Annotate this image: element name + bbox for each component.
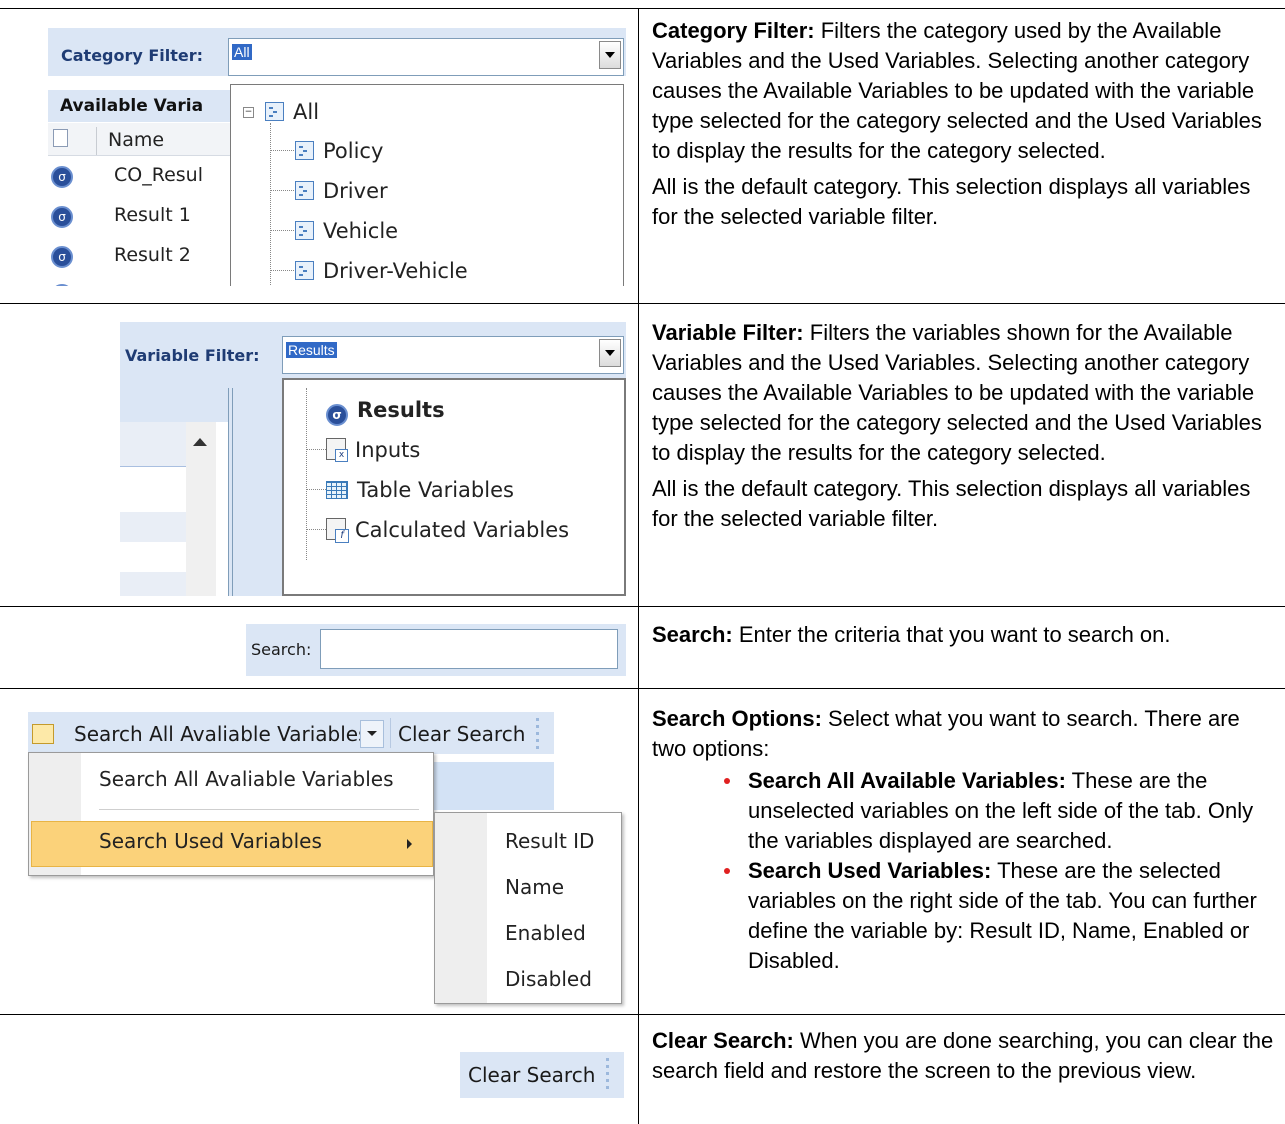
tree-item-inputs[interactable]: Inputs xyxy=(326,438,420,462)
category-icon xyxy=(295,221,314,240)
search-used-submenu: Result ID Name Enabled Disabled xyxy=(434,812,622,1004)
menu-item-search-all[interactable]: Search All Avaliable Variables xyxy=(99,767,394,791)
search-icon xyxy=(32,724,54,744)
term: Search Options: xyxy=(652,706,822,731)
submenu-item-disabled[interactable]: Disabled xyxy=(505,967,592,991)
submenu-item-name[interactable]: Name xyxy=(505,875,564,899)
clear-search-button[interactable]: Clear Search xyxy=(468,1063,595,1087)
variable-filter-label: Variable Filter: xyxy=(125,346,260,365)
tree-item-results[interactable]: σ Results xyxy=(326,398,445,426)
search-scope-menu: Search All Avaliable Variables Search Us… xyxy=(28,752,434,876)
list-item: Search Used Variables: These are the sel… xyxy=(724,856,1277,976)
category-icon xyxy=(295,141,314,160)
clear-search-description: Clear Search: When you are done searchin… xyxy=(652,1026,1277,1092)
available-variables-header: Available Varia xyxy=(60,96,204,116)
chevron-down-icon[interactable] xyxy=(599,41,621,69)
tree-item-driver-vehicle[interactable]: Driver-Vehicle xyxy=(295,259,468,283)
bullet-icon xyxy=(724,778,730,784)
search-input[interactable] xyxy=(320,629,618,669)
column-name: Name xyxy=(108,129,165,151)
row-divider xyxy=(0,688,1285,689)
category-icon xyxy=(265,102,284,121)
tree-item-calculated-variables[interactable]: Calculated Variables xyxy=(326,518,569,543)
term: Search: xyxy=(652,622,733,647)
tree-item-policy[interactable]: Policy xyxy=(295,139,383,163)
clear-search-screenshot: Clear Search xyxy=(460,1052,624,1098)
description-note: All is the default category. This select… xyxy=(652,476,1251,531)
search-label: Search: xyxy=(251,640,312,659)
list-item[interactable]: CO_Resul xyxy=(114,164,203,186)
chevron-down-icon[interactable] xyxy=(599,339,621,367)
result-icon: σ xyxy=(326,404,348,426)
term: Category Filter: xyxy=(652,18,815,43)
column-divider xyxy=(638,8,639,1124)
toolbar-grip-icon xyxy=(606,1058,609,1061)
category-filter-label: Category Filter: xyxy=(61,46,204,65)
row-divider xyxy=(0,8,1285,9)
variable-filter-description: Variable Filter: Filters the variables s… xyxy=(652,318,1277,540)
description-note: All is the default category. This select… xyxy=(652,174,1251,229)
chevron-right-icon xyxy=(407,839,412,849)
input-icon xyxy=(326,438,348,462)
search-options-list: Search All Available Variables: These ar… xyxy=(652,766,1277,976)
term: Variable Filter: xyxy=(652,320,804,345)
search-scope-dropdown[interactable]: Search All Avaliable Variables xyxy=(74,722,369,746)
submenu-item-result-id[interactable]: Result ID xyxy=(505,829,594,853)
variable-filter-selected: Results xyxy=(286,342,337,358)
row-divider xyxy=(0,303,1285,304)
result-icon: σ xyxy=(51,166,73,188)
calculated-icon xyxy=(326,518,349,543)
description-text: Enter the criteria that you want to sear… xyxy=(738,622,1171,647)
category-filter-screenshot: Category Filter: All Available Varia Nam… xyxy=(48,28,626,286)
category-icon xyxy=(295,181,314,200)
row-divider xyxy=(0,606,1285,607)
category-filter-selected: All xyxy=(232,44,252,60)
category-filter-description: Category Filter: Filters the category us… xyxy=(652,16,1277,238)
category-filter-combo[interactable]: All xyxy=(228,38,624,76)
row-divider xyxy=(0,1014,1285,1015)
menu-item-search-used[interactable]: Search Used Variables xyxy=(99,829,322,853)
column-menu-icon xyxy=(53,129,68,147)
collapse-icon[interactable]: − xyxy=(243,107,254,118)
tree-root-all[interactable]: All xyxy=(265,100,319,124)
search-description: Search: Enter the criteria that you want… xyxy=(652,620,1277,656)
table-icon xyxy=(326,481,348,499)
tree-item-vehicle[interactable]: Vehicle xyxy=(295,219,398,243)
term: Clear Search: xyxy=(652,1028,794,1053)
toolbar-grip-icon xyxy=(536,718,539,721)
bullet-icon xyxy=(724,868,730,874)
list-item[interactable]: Result 1 xyxy=(114,204,191,226)
category-tree-dropdown: − All Policy Driver Vehicle Driver-Vehic… xyxy=(230,84,624,286)
variable-type-dropdown: σResults Inputs Table Variables Calculat… xyxy=(282,378,626,596)
list-item[interactable]: Result 2 xyxy=(114,244,191,266)
scroll-up-icon[interactable] xyxy=(193,438,207,446)
search-bar-screenshot: Search: xyxy=(246,624,626,676)
tree-item-table-variables[interactable]: Table Variables xyxy=(326,478,514,502)
category-icon xyxy=(295,261,314,280)
chevron-down-icon xyxy=(367,731,377,736)
result-icon: σ xyxy=(51,206,73,228)
search-options-description: Search Options: Select what you want to … xyxy=(652,704,1277,976)
clear-search-button[interactable]: Clear Search xyxy=(398,722,525,746)
variable-filter-combo[interactable]: Results xyxy=(282,336,624,374)
list-item: Search All Available Variables: These ar… xyxy=(724,766,1277,856)
result-icon: σ xyxy=(51,246,73,268)
submenu-item-enabled[interactable]: Enabled xyxy=(505,921,586,945)
search-options-screenshot: Search All Avaliable Variables Clear Sea… xyxy=(28,712,628,1008)
tree-item-driver[interactable]: Driver xyxy=(295,179,388,203)
variable-filter-screenshot: Variable Filter: Results σResults Inputs… xyxy=(120,322,626,596)
